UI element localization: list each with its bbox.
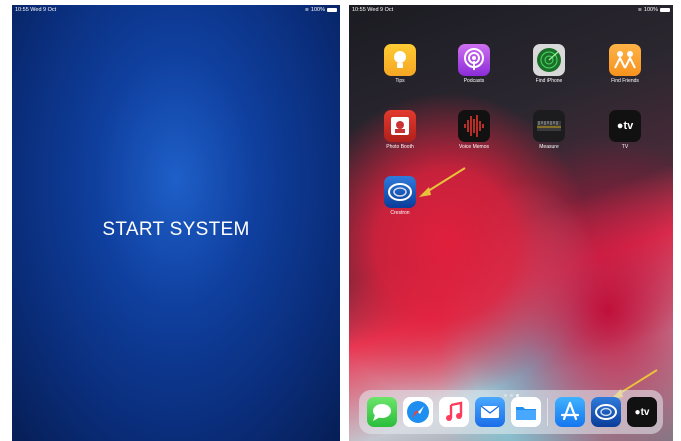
battery-icon <box>660 7 670 12</box>
status-bar: 10:55 Wed 9 Oct ≋ 100% <box>349 5 673 14</box>
app-label: Crestron <box>390 210 410 216</box>
app-label: Tips <box>395 78 405 84</box>
tv-icon[interactable]: ●tv <box>627 397 657 427</box>
music-icon[interactable] <box>439 397 469 427</box>
app-find-iphone[interactable]: Find iPhone <box>519 44 579 84</box>
battery-percent: 100% <box>643 6 658 13</box>
pointer-arrow <box>419 167 466 197</box>
find-iphone-icon <box>533 44 565 76</box>
app-store-icon[interactable] <box>555 397 585 427</box>
status-date: Wed 9 Oct <box>30 6 57 13</box>
app-label: TV <box>621 144 629 150</box>
photo-booth-icon <box>384 110 416 142</box>
status-time: 10:55 <box>352 6 366 13</box>
tv-logo-text: ●tv <box>634 406 650 418</box>
wifi-icon: ≋ <box>637 6 642 13</box>
tips-icon <box>384 44 416 76</box>
app-tips[interactable]: Tips <box>370 44 430 84</box>
app-tv[interactable]: ●tv TV <box>595 110 655 150</box>
safari-icon[interactable] <box>403 397 433 427</box>
start-system-button[interactable]: START SYSTEM <box>12 219 340 241</box>
crestron-icon <box>384 176 416 208</box>
app-label: Podcasts <box>463 78 485 84</box>
app-label: Find iPhone <box>535 78 563 84</box>
ipad-home-screen: 10:55 Wed 9 Oct ≋ 100% Tips Podcasts Fin… <box>349 5 673 441</box>
crestron-icon[interactable] <box>591 397 621 427</box>
files-icon[interactable] <box>511 397 541 427</box>
tv-logo-text: ●tv <box>616 120 634 132</box>
app-label: Measure <box>539 144 559 150</box>
dock: ●tv <box>359 390 663 434</box>
app-voice-memos[interactable]: Voice Memos <box>444 110 504 150</box>
find-friends-icon <box>609 44 641 76</box>
wifi-icon: ≋ <box>304 6 309 13</box>
app-find-friends[interactable]: Find Friends <box>595 44 655 84</box>
podcasts-icon <box>458 44 490 76</box>
status-bar: 10:55 Wed 9 Oct ≋ 100% <box>12 5 340 14</box>
app-podcasts[interactable]: Podcasts <box>444 44 504 84</box>
app-photo-booth[interactable]: Photo Booth <box>370 110 430 150</box>
status-time: 10:55 <box>15 6 29 13</box>
app-measure[interactable]: Measure <box>519 110 579 150</box>
voice-memos-icon <box>458 110 490 142</box>
battery-icon <box>327 7 337 12</box>
mail-icon[interactable] <box>475 397 505 427</box>
dock-divider <box>547 398 548 426</box>
app-label: Voice Memos <box>458 144 489 150</box>
start-system-screen: 10:55 Wed 9 Oct ≋ 100% START SYSTEM <box>12 5 340 441</box>
status-date: Wed 9 Oct <box>367 6 394 13</box>
app-label: Photo Booth <box>386 144 414 150</box>
messages-icon[interactable] <box>367 397 397 427</box>
measure-icon <box>533 110 565 142</box>
tv-icon: ●tv <box>609 110 641 142</box>
battery-percent: 100% <box>310 6 325 13</box>
app-label: Find Friends <box>611 78 639 84</box>
